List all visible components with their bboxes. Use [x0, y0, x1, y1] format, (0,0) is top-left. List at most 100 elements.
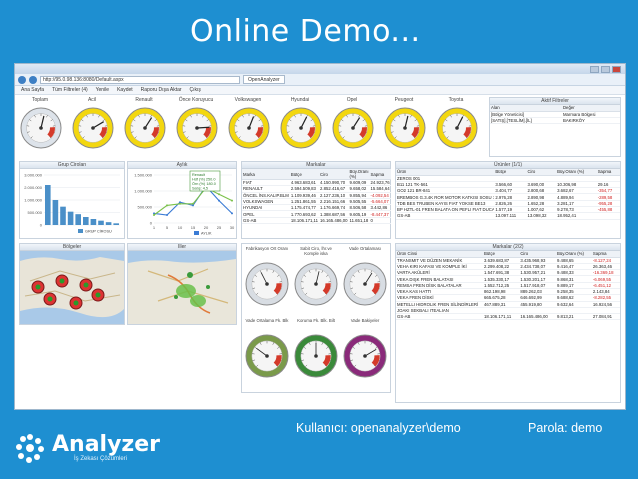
bar: [60, 206, 66, 225]
kpi-gauge-dial: [245, 262, 289, 306]
gauge[interactable]: Toyota: [435, 97, 478, 154]
table-cell: 2.852.416,67: [319, 185, 349, 193]
gauge[interactable]: Renault: [123, 97, 166, 154]
gauge-hub: [314, 354, 318, 358]
gauge[interactable]: Acil: [71, 97, 114, 154]
gauge-label: Toplam: [31, 97, 49, 103]
maximize-button[interactable]: [601, 65, 610, 73]
window-controls: [590, 65, 621, 73]
x-tick-label: 5: [166, 225, 169, 230]
y-tick-label: 500.000: [28, 210, 43, 215]
close-window-button[interactable]: [612, 65, 621, 73]
menu-item[interactable]: Yenile: [96, 87, 109, 93]
menu-item[interactable]: Çıkış: [190, 87, 201, 93]
table-row[interactable]: GS-AB 18.106.171,11 16.165.486,00 9.813,21 2…: [396, 313, 620, 321]
gauge-dial: [72, 107, 114, 149]
urunler-panel: Ürünler (1/1) Ürün Bütçe Ciro Büy.Oranı (%)…: [395, 161, 621, 239]
gauge-needle: [196, 126, 210, 129]
window-titlebar: [15, 64, 625, 74]
left-map-title: Bölgeler: [20, 244, 124, 251]
series-point: [218, 193, 220, 196]
logo-mark-icon: [16, 434, 44, 463]
column-header[interactable]: Sapma: [369, 169, 391, 180]
gauge[interactable]: Opel: [331, 97, 374, 154]
y-tick-label: 3.000.000: [24, 173, 43, 178]
gauge[interactable]: Peugeot: [383, 97, 426, 154]
demo-username: Kullanıcı: openanalyzer\demo: [296, 421, 461, 435]
gauge[interactable]: Toplam: [19, 97, 62, 154]
gauge-label: Opel: [346, 97, 358, 103]
kpi-gauge-dial: [343, 262, 387, 306]
kpi-gauge[interactable]: Vade Ortalaması: [342, 246, 388, 315]
back-icon[interactable]: [18, 75, 26, 84]
right-map-panel: İller: [127, 243, 237, 325]
gauge[interactable]: Volkswagen: [227, 97, 270, 154]
kpi-gauge-dial: [343, 334, 387, 378]
cities-map-svg: [128, 251, 236, 324]
gauge[interactable]: Hyundai: [279, 97, 322, 154]
gauge-hub: [299, 126, 303, 130]
bar: [90, 219, 97, 225]
minimize-button[interactable]: [590, 65, 599, 73]
menu-item[interactable]: Ana Sayfa: [21, 87, 44, 93]
cities-map[interactable]: [128, 251, 236, 324]
markalar-panel: Markalar Marka Bütçe Ciro Büy.Oranı (%) Sapm…: [241, 161, 391, 239]
table-cell: BAKIRKÖY: [561, 117, 620, 125]
kpi-gauge-label: Koruma Fk. Blk. Bilt: [297, 318, 335, 323]
legend-swatch: [194, 231, 199, 235]
column-header[interactable]: Ciro: [319, 169, 349, 180]
kpi-gauge[interactable]: Koruma Fk. Blk. Bilt: [293, 318, 339, 387]
gauge-dial: [280, 107, 322, 149]
legend-swatch: [78, 229, 83, 233]
table-cell: -8.447,37: [369, 210, 391, 218]
y-tick-label: 0: [40, 223, 43, 228]
gauge-label: Acil: [87, 97, 97, 103]
regions-map-svg: [20, 251, 124, 324]
table-cell: 11.651,18: [348, 217, 370, 225]
kpi-gauge-dial: [245, 334, 289, 378]
url-input[interactable]: http://95.0.98.136:8080/Default.aspx: [40, 75, 240, 84]
table-row[interactable]: GS-AB 13.097.111 13.098,32 18.952,41: [396, 212, 620, 220]
line-chart-title: Aylık: [128, 162, 236, 169]
gauge-dial: [384, 107, 426, 149]
gauge-hub: [265, 354, 269, 358]
table-cell: 1.770.693,62: [289, 210, 320, 218]
menu-item[interactable]: Raporu Dışa Aktar: [141, 87, 182, 93]
browser-tab[interactable]: OpenAnalyzer: [243, 75, 285, 84]
urunler-title: Ürünler (1/1): [396, 162, 620, 169]
gauge[interactable]: Önce Koruyucu: [175, 97, 218, 154]
kpi-gauge[interactable]: Sabit Ciro, İhr.ve Komple iska: [293, 246, 339, 315]
table-cell: 18.106.171,11: [289, 217, 320, 225]
dashboard-screenshot: http://95.0.98.136:8080/Default.aspx Ope…: [14, 63, 626, 410]
regions-map[interactable]: [20, 251, 124, 324]
table-row[interactable]: GS-AB 18.106.171,11 16.165.486,00 11.651,18…: [242, 217, 391, 225]
table-cell: 9.813,21: [555, 313, 592, 321]
gauge-label: Peugeot: [394, 97, 414, 103]
series-point: [192, 202, 194, 205]
table-row[interactable]: [SATIŞ].[TESLİM].[İL] BAKIRKÖY: [490, 117, 620, 125]
active-filters-title: Aktif Filtreler: [490, 98, 620, 105]
x-tick-label: 1: [153, 225, 156, 230]
table-cell: 1.388.687,56: [319, 210, 349, 218]
table-cell: 13.098,32: [526, 212, 557, 220]
menu-item[interactable]: Tüm Filtreler (4): [52, 87, 88, 93]
gauge-hub: [363, 354, 367, 358]
series-point: [166, 214, 168, 216]
tooltip-line: Örn (%) 180.0: [192, 182, 216, 186]
table-cell: GS-AB: [396, 212, 495, 220]
kpi-gauge-label: Sabit Ciro, İhr.ve Komple iska: [300, 246, 332, 256]
column-header[interactable]: Bütçe: [289, 169, 320, 180]
kpi-gauge[interactable]: Vade Bakiyeler: [342, 318, 388, 387]
kpi-gauge[interactable]: Vade Ortalama Fk. Blk: [244, 318, 290, 387]
forward-icon[interactable]: [29, 75, 37, 84]
gauge-hub: [363, 282, 367, 286]
column-header[interactable]: Marka: [242, 169, 290, 180]
kpi-gauge-dial: [294, 334, 338, 378]
kpi-gauge[interactable]: Fabrikasyon Ort Oranı: [244, 246, 290, 315]
kpi-gauge-label: Vade Bakiyeler: [350, 318, 380, 323]
table-cell: METELLI HIDROLIK FREN SİLİNDİRLERİ: [396, 301, 484, 308]
column-header[interactable]: Büy.Oranı (%): [348, 169, 370, 180]
bar: [75, 214, 81, 225]
bar: [45, 185, 51, 225]
menu-item[interactable]: Kaydet: [117, 87, 133, 93]
